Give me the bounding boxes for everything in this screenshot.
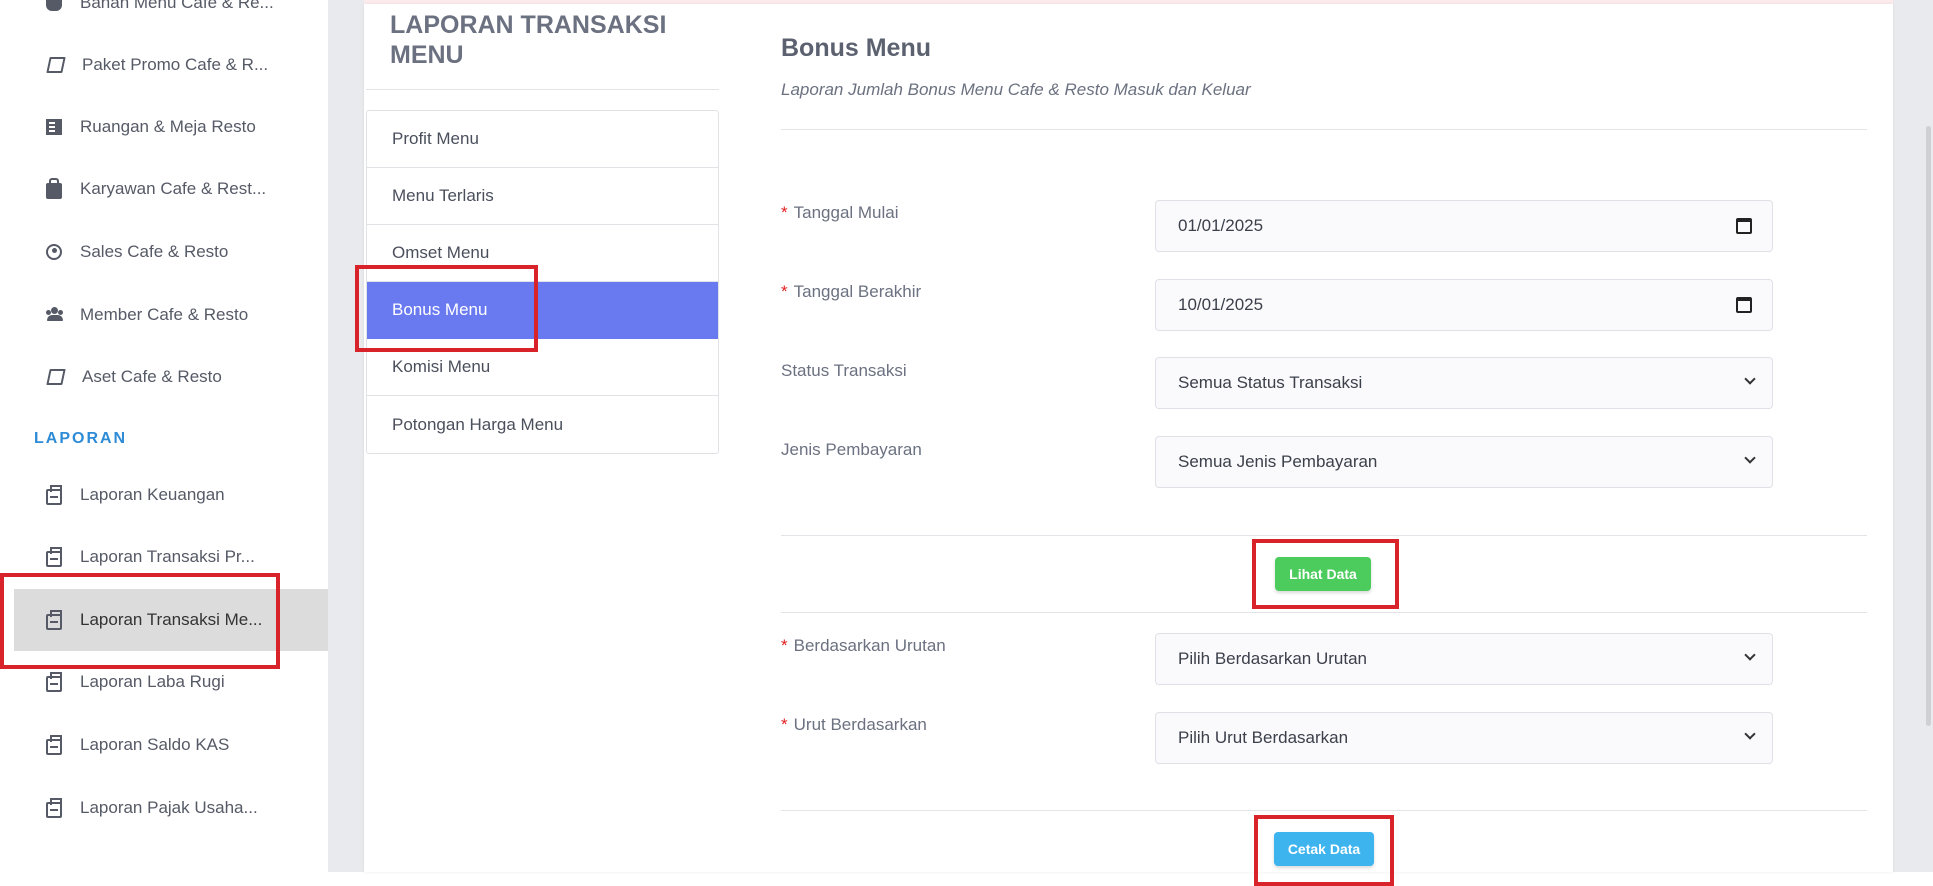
jenis-pembayaran-label: Jenis Pembayaran	[781, 440, 922, 459]
users-icon	[46, 307, 63, 323]
sidebar-item-label: Aset Cafe & Resto	[82, 367, 222, 386]
chevron-down-icon	[1744, 452, 1756, 464]
sidebar-item-aset[interactable]: Aset Cafe & Resto	[14, 346, 328, 408]
sidebar-item-label: Paket Promo Cafe & R...	[82, 55, 269, 74]
sidebar-item-sales[interactable]: Sales Cafe & Resto	[14, 221, 328, 283]
sidebar-item-bahan-menu[interactable]: Bahan Menu Cafe & Re...	[14, 0, 328, 34]
report-menu-potongan-harga[interactable]: Potongan Harga Menu	[367, 396, 718, 453]
divider	[781, 612, 1867, 613]
print-icon	[46, 797, 62, 818]
print-icon	[46, 484, 62, 505]
divider	[781, 810, 1867, 811]
divider	[781, 535, 1867, 536]
report-menu-profit[interactable]: Profit Menu	[367, 111, 718, 168]
highlight-box-bonus-menu	[355, 265, 538, 352]
required-mark: *	[781, 282, 788, 301]
user-circle-icon	[46, 244, 62, 260]
sidebar-item-label: Ruangan & Meja Resto	[80, 117, 256, 136]
berdasarkan-urutan-label: * Berdasarkan Urutan	[781, 636, 946, 655]
tanggal-mulai-value: 01/01/2025	[1178, 216, 1264, 235]
sidebar-item-ruangan-meja[interactable]: Ruangan & Meja Resto	[14, 96, 328, 158]
print-icon	[46, 734, 62, 755]
divider	[366, 89, 719, 90]
urut-berdasarkan-select[interactable]: Pilih Urut Berdasarkan	[1155, 712, 1773, 764]
sidebar-item-label: Member Cafe & Resto	[80, 305, 249, 324]
content-gutter	[328, 0, 364, 872]
sidebar-item-label: Sales Cafe & Resto	[80, 242, 229, 261]
form-title: Bonus Menu	[781, 34, 931, 62]
sidebar-item-label: Bahan Menu Cafe & Re...	[80, 0, 274, 12]
building-icon	[46, 119, 62, 135]
report-menu-terlaris[interactable]: Menu Terlaris	[367, 168, 718, 225]
required-mark: *	[781, 636, 788, 655]
chevron-down-icon	[1744, 373, 1756, 385]
highlight-box-sidebar	[0, 573, 280, 669]
sidebar-item-label: Laporan Laba Rugi	[80, 672, 225, 691]
tanggal-berakhir-input[interactable]: 10/01/2025	[1155, 279, 1773, 331]
tanggal-berakhir-value: 10/01/2025	[1178, 295, 1264, 314]
sidebar-item-laporan-pajak[interactable]: Laporan Pajak Usaha...	[14, 777, 328, 839]
calendar-icon[interactable]	[1736, 218, 1752, 234]
berdasarkan-urutan-value: Pilih Berdasarkan Urutan	[1178, 649, 1367, 668]
book-icon	[46, 57, 66, 73]
tanggal-mulai-label: * Tanggal Mulai	[781, 203, 899, 222]
sidebar-item-label: Karyawan Cafe & Rest...	[80, 179, 267, 198]
tanggal-mulai-input[interactable]: 01/01/2025	[1155, 200, 1773, 252]
print-icon	[46, 671, 62, 692]
required-mark: *	[781, 203, 788, 222]
highlight-box-cetak-data	[1254, 815, 1394, 886]
sidebar-item-label: Laporan Keuangan	[80, 485, 225, 504]
urut-berdasarkan-label: * Urut Berdasarkan	[781, 715, 927, 734]
chevron-down-icon	[1744, 649, 1756, 661]
chevron-down-icon	[1744, 728, 1756, 740]
calendar-icon[interactable]	[1736, 297, 1752, 313]
sidebar-item-member[interactable]: Member Cafe & Resto	[14, 284, 328, 346]
sidebar-item-laporan-keuangan[interactable]: Laporan Keuangan	[14, 464, 328, 526]
jenis-pembayaran-value: Semua Jenis Pembayaran	[1178, 452, 1378, 471]
sidebar-item-label: Laporan Saldo KAS	[80, 735, 230, 754]
sidebar-section-laporan: LAPORAN	[34, 430, 128, 447]
cogs-icon	[46, 0, 62, 11]
briefcase-icon	[46, 178, 62, 199]
print-icon	[46, 546, 62, 567]
form-subtitle: Laporan Jumlah Bonus Menu Cafe & Resto M…	[781, 80, 1251, 99]
divider	[781, 129, 1867, 130]
report-panel-title: LAPORAN TRANSAKSI MENU	[390, 11, 667, 69]
status-transaksi-value: Semua Status Transaksi	[1178, 373, 1363, 392]
sidebar-item-karyawan[interactable]: Karyawan Cafe & Rest...	[14, 158, 328, 220]
page-scrollbar[interactable]	[1926, 126, 1931, 726]
tanggal-berakhir-label: * Tanggal Berakhir	[781, 282, 922, 301]
status-transaksi-select[interactable]: Semua Status Transaksi	[1155, 357, 1773, 409]
sidebar-item-laporan-saldo-kas[interactable]: Laporan Saldo KAS	[14, 714, 328, 776]
urut-berdasarkan-value: Pilih Urut Berdasarkan	[1178, 728, 1349, 747]
sidebar-item-paket-promo[interactable]: Paket Promo Cafe & R...	[14, 34, 328, 96]
sidebar: Bahan Menu Cafe & Re... Paket Promo Cafe…	[0, 0, 328, 886]
required-mark: *	[781, 715, 788, 734]
sidebar-item-label: Laporan Transaksi Pr...	[80, 547, 255, 566]
highlight-box-lihat-data	[1252, 539, 1399, 609]
status-transaksi-label: Status Transaksi	[781, 361, 907, 380]
sidebar-item-label: Laporan Pajak Usaha...	[80, 798, 258, 817]
jenis-pembayaran-select[interactable]: Semua Jenis Pembayaran	[1155, 436, 1773, 488]
berdasarkan-urutan-select[interactable]: Pilih Berdasarkan Urutan	[1155, 633, 1773, 685]
book-icon	[46, 369, 66, 385]
